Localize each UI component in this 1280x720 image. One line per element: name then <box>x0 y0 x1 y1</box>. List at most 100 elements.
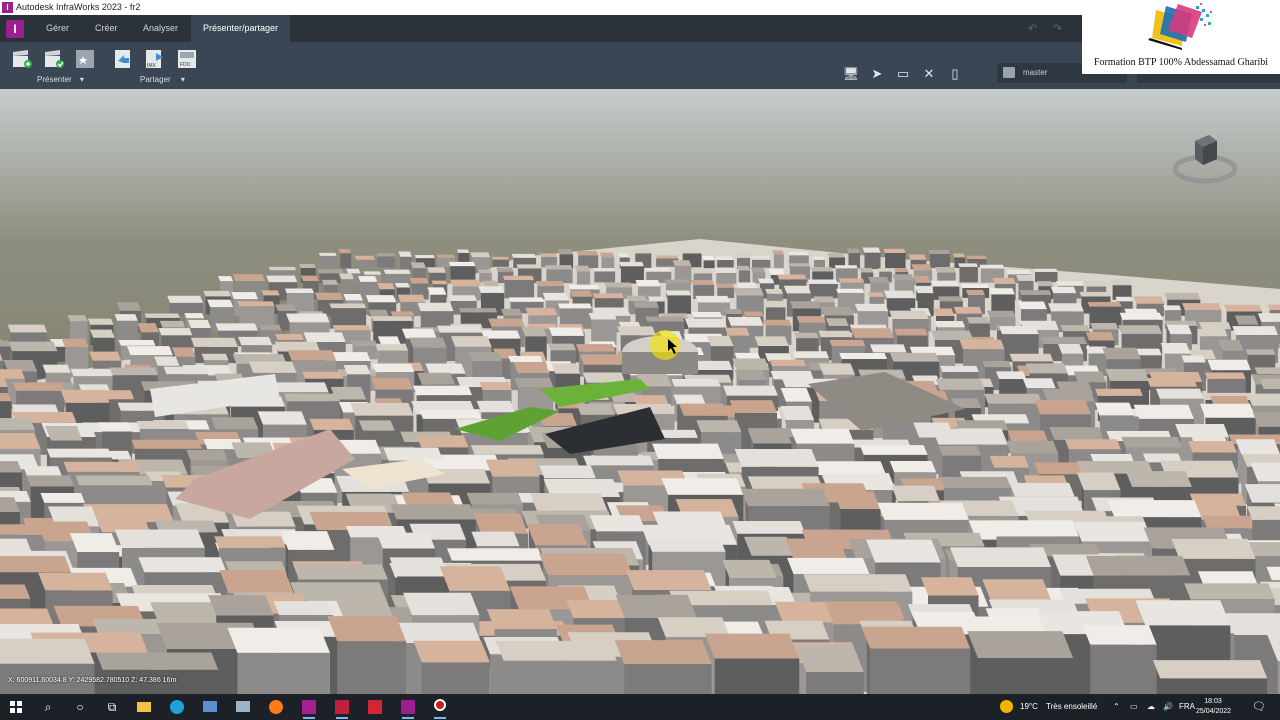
publish-button[interactable] <box>112 48 134 70</box>
building-roof <box>535 280 565 286</box>
building-roof <box>989 455 1030 468</box>
building-roof <box>343 364 371 375</box>
building-roof <box>570 290 593 297</box>
building-roof <box>932 308 955 317</box>
building-roof <box>114 529 205 548</box>
building-roof <box>992 277 1016 284</box>
system-clock[interactable]: 18:03 25/04/2022 <box>1196 697 1231 717</box>
watermark-text: Formation BTP 100% Abdessamad Gharibi <box>1093 57 1269 68</box>
building-wall <box>703 260 715 269</box>
bookmark-button[interactable] <box>74 48 96 70</box>
export-imx-button[interactable]: IMX <box>144 48 166 70</box>
building-roof <box>965 289 985 296</box>
building-roof <box>785 538 848 560</box>
windows-start-icon[interactable] <box>6 697 26 717</box>
search-icon[interactable]: ⌕ <box>38 697 58 717</box>
building-roof <box>508 297 544 302</box>
edge-icon[interactable] <box>167 697 187 717</box>
tab-analyser[interactable]: Analyser <box>131 15 190 42</box>
building-roof <box>850 328 894 338</box>
building-roof <box>275 304 297 311</box>
file-explorer-icon[interactable] <box>134 697 154 717</box>
language-indicator[interactable]: FRA <box>1179 694 1195 720</box>
control-panel-icon[interactable] <box>200 697 220 717</box>
measure-icon[interactable]: ▭ <box>894 65 912 83</box>
building-roof <box>375 344 409 351</box>
building-roof <box>846 248 861 254</box>
building-roof <box>557 249 574 255</box>
building-wall <box>667 295 691 314</box>
building-roof <box>118 339 156 346</box>
building-roof <box>1121 436 1183 448</box>
building-roof <box>743 311 764 317</box>
building-wall <box>929 254 950 269</box>
network-icon[interactable]: ▭ <box>1130 694 1138 720</box>
select-cursor-icon[interactable]: ➤ <box>868 65 886 83</box>
tab-presenter-partager[interactable]: Présenter/partager <box>191 15 291 42</box>
building-roof <box>1073 521 1153 542</box>
add-animation-button[interactable] <box>43 48 65 70</box>
cloud-icon[interactable]: ☁ <box>1147 694 1155 720</box>
group-label-partager[interactable]: Partager ▾ <box>140 75 185 84</box>
building-roof <box>354 255 375 260</box>
branch-name: master <box>1023 68 1048 77</box>
view-settings-icon[interactable]: 🖥 <box>842 65 860 83</box>
building-roof <box>363 271 382 275</box>
building-roof <box>1016 275 1034 281</box>
building-roof <box>346 268 361 274</box>
building-roof <box>794 332 819 339</box>
building-roof <box>398 251 412 257</box>
cross-tools-icon[interactable]: ✕ <box>920 65 938 83</box>
autocad-icon[interactable] <box>365 697 385 717</box>
show-hidden-icons-icon[interactable]: ⌃ <box>1113 694 1120 720</box>
building-roof <box>671 378 721 387</box>
export-fdo-button[interactable]: FDO <box>176 48 198 70</box>
weather-condition[interactable]: Très ensoleillé <box>1046 694 1097 720</box>
building-roof <box>513 362 550 373</box>
building-roof <box>807 279 838 284</box>
autocad-architecture-icon[interactable] <box>332 697 352 719</box>
building-roof <box>576 251 599 256</box>
weather-sun-icon[interactable] <box>1000 700 1013 713</box>
building-roof <box>1135 600 1231 626</box>
view-cube[interactable] <box>1173 127 1237 191</box>
task-view-icon[interactable]: ⧉ <box>102 697 122 717</box>
building-roof <box>930 280 960 287</box>
building-roof <box>1094 388 1143 396</box>
building-roof <box>633 249 652 254</box>
storyboard-creator-button[interactable] <box>11 48 33 70</box>
tab-creer[interactable]: Créer <box>83 15 130 42</box>
weather-temp[interactable]: 19°C <box>1020 694 1038 720</box>
building-wall <box>813 259 825 268</box>
application-menu-button[interactable]: I <box>6 20 24 38</box>
city-3d-scene[interactable] <box>0 89 1280 694</box>
building-roof <box>389 557 449 577</box>
building-roof <box>734 448 819 467</box>
building-roof <box>788 263 810 267</box>
model-viewport[interactable]: X: 600911.60034.8 Y: 2429582.780510 Z: 4… <box>0 89 1280 694</box>
undo-icon[interactable]: ↶ <box>1028 22 1037 35</box>
network-drive-icon[interactable] <box>233 697 253 717</box>
building-roof <box>1105 368 1150 381</box>
panel-toggle-icon[interactable]: ▯ <box>946 65 964 83</box>
cortana-icon[interactable]: ○ <box>70 697 90 717</box>
building-roof <box>542 292 569 301</box>
civil3d-icon[interactable] <box>299 697 319 719</box>
building-roof <box>273 601 334 616</box>
building-roof <box>431 280 448 285</box>
group-label-presenter[interactable]: Présenter ▾ <box>37 75 84 84</box>
firefox-icon[interactable] <box>266 697 286 717</box>
building-roof <box>883 248 906 253</box>
building-roof <box>588 313 617 320</box>
notifications-icon[interactable]: 🗨 <box>1252 694 1266 720</box>
building-roof <box>928 250 950 255</box>
building-roof <box>1022 378 1056 389</box>
obs-icon[interactable] <box>430 697 450 719</box>
building-roof <box>665 290 691 296</box>
redo-icon[interactable]: ↷ <box>1053 22 1062 35</box>
building-roof <box>763 319 792 326</box>
infraworks-icon[interactable] <box>398 697 418 719</box>
tab-gerer[interactable]: Gérer <box>34 15 81 42</box>
volume-icon[interactable]: 🔊 <box>1163 694 1173 720</box>
building-roof <box>376 532 436 549</box>
